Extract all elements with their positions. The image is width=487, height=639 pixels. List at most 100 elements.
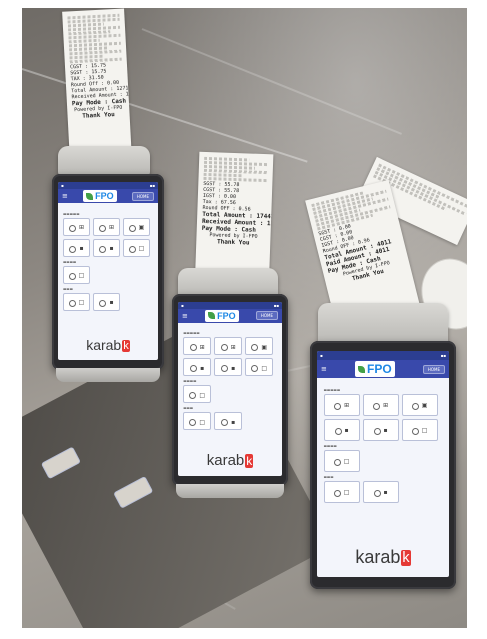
- box-icon: □: [199, 418, 206, 426]
- circle-icon: [334, 402, 342, 410]
- menu-tile[interactable]: ⊞: [323, 393, 360, 416]
- status-bar: ▪ ▪▪: [178, 302, 282, 309]
- device-base: [56, 368, 160, 382]
- menu-tile[interactable]: ▪: [214, 358, 243, 377]
- tile-group: ⊞ ⊞ ▣ ▪ ▪ □: [323, 393, 443, 441]
- status-time: ▪: [181, 302, 184, 308]
- cart-icon: ⊞: [108, 224, 115, 232]
- bag-icon: ▪: [231, 418, 236, 426]
- box-icon: □: [199, 391, 206, 399]
- menu-tile[interactable]: ▪: [362, 418, 399, 441]
- leaf-icon: [86, 192, 94, 200]
- app-bar: ≡ FPO HOME: [178, 308, 282, 323]
- menu-tile[interactable]: ▪: [362, 480, 399, 503]
- bag-icon: ▪: [200, 364, 205, 372]
- menu-tile[interactable]: ▪: [93, 292, 120, 311]
- back-arrow-icon[interactable]: ≡: [62, 192, 68, 200]
- leaf-icon: [358, 365, 366, 373]
- menu-tile[interactable]: □: [323, 449, 360, 472]
- tile-group: □: [183, 385, 277, 404]
- menu-tile[interactable]: ⊞: [93, 217, 120, 236]
- menu-tile[interactable]: ⊞: [183, 337, 212, 356]
- circle-icon: [99, 245, 107, 253]
- menu-tile[interactable]: ▣: [123, 217, 150, 236]
- circle-icon: [220, 344, 228, 352]
- status-time: ▪: [320, 353, 323, 359]
- back-arrow-icon[interactable]: ≡: [182, 312, 188, 320]
- status-icons: ▪▪: [273, 302, 279, 308]
- screen: ▪ ▪▪ ≡ FPO HOME ▬▬▬▬▬ ⊞ ⊞ ▣ ▪ ▪ □ ▬▬▬▬ □…: [317, 351, 449, 577]
- bag-icon: ▪: [344, 427, 349, 435]
- printer-head: [58, 146, 150, 176]
- back-arrow-icon[interactable]: ≡: [321, 365, 327, 373]
- tile-group: □ ▪: [183, 412, 277, 431]
- menu-tile[interactable]: ▪: [63, 238, 90, 257]
- brand-text: karab: [206, 452, 245, 470]
- circle-icon: [190, 365, 198, 373]
- brand-logo: karab: [317, 547, 449, 568]
- leaf-icon: [208, 312, 216, 320]
- logo-text: FPO: [95, 191, 114, 202]
- floor-tile: [113, 475, 154, 509]
- screen: ▪ ▪▪ ≡ FPO HOME ▬▬▬▬▬ ⊞ ⊞ ▣ ▪ ▪ □ ▬▬▬▬ □…: [58, 182, 158, 360]
- menu-tile[interactable]: □: [123, 238, 150, 257]
- menu-tile[interactable]: ⊞: [63, 217, 90, 236]
- home-button[interactable]: HOME: [422, 364, 445, 374]
- box-icon: □: [78, 272, 85, 280]
- box-icon: □: [421, 427, 428, 435]
- menu-content: ▬▬▬▬▬ ⊞ ⊞ ▣ ▪ ▪ □ ▬▬▬▬ □ ▬▬▬ □ ▪: [63, 209, 153, 328]
- circle-icon: [68, 272, 76, 280]
- brand-logo: karab: [178, 452, 282, 469]
- floor-tile: [40, 446, 82, 480]
- menu-tile[interactable]: ▪: [323, 418, 360, 441]
- box-icon: □: [261, 364, 268, 372]
- menu-tile[interactable]: □: [63, 265, 90, 284]
- menu-tile[interactable]: ▪: [214, 412, 243, 431]
- menu-tile[interactable]: ⊞: [214, 337, 243, 356]
- menu-tile[interactable]: □: [245, 358, 274, 377]
- circle-icon: [333, 458, 341, 466]
- menu-tile[interactable]: ▪: [183, 358, 212, 377]
- menu-tile[interactable]: □: [63, 292, 90, 311]
- menu-tile[interactable]: ▪: [93, 238, 120, 257]
- app-logo: FPO: [205, 309, 239, 322]
- menu-tile[interactable]: ⊞: [362, 393, 399, 416]
- photo-background: CGST : 15.75 SGST : 15.75 TAX : 31.50 Ro…: [22, 8, 467, 628]
- brand-icon: [245, 454, 254, 469]
- menu-content: ▬▬▬▬▬ ⊞ ⊞ ▣ ▪ ▪ □ ▬▬▬▬ □ ▬▬▬ □ ▪: [323, 385, 443, 536]
- circle-icon: [69, 245, 77, 253]
- basket-icon: ▣: [421, 402, 428, 410]
- box-icon: □: [343, 458, 350, 466]
- screen: ▪ ▪▪ ≡ FPO HOME ▬▬▬▬▬ ⊞ ⊞ ▣ ▪ ▪ □ ▬▬▬▬ □…: [178, 302, 282, 476]
- menu-tile[interactable]: ▣: [245, 337, 274, 356]
- circle-icon: [411, 427, 419, 435]
- circle-icon: [333, 489, 341, 497]
- bag-icon: ▪: [109, 299, 114, 307]
- menu-tile[interactable]: ▣: [401, 393, 438, 416]
- section-label: ▬▬▬▬▬: [323, 387, 341, 392]
- status-bar: ▪ ▪▪: [58, 182, 158, 190]
- menu-tile[interactable]: □: [183, 412, 212, 431]
- circle-icon: [189, 344, 197, 352]
- menu-tile[interactable]: □: [323, 480, 360, 503]
- box-icon: □: [343, 489, 350, 497]
- home-button[interactable]: HOME: [131, 191, 154, 201]
- box-icon: □: [138, 245, 145, 253]
- tile-group: □ ▪: [323, 480, 443, 503]
- tile-group: ⊞ ⊞ ▣ ▪ ▪ □: [183, 337, 277, 377]
- menu-tile[interactable]: □: [401, 418, 438, 441]
- status-icons: ▪▪: [440, 353, 446, 359]
- home-button[interactable]: HOME: [255, 311, 278, 321]
- section-label: ▬▬▬▬▬: [183, 331, 200, 336]
- circle-icon: [189, 392, 197, 400]
- app-bar: ≡ FPO HOME: [58, 189, 158, 204]
- device-body: ▪ ▪▪ ≡ FPO HOME ▬▬▬▬▬ ⊞ ⊞ ▣ ▪ ▪ □ ▬▬▬▬ □…: [172, 294, 288, 486]
- menu-tile[interactable]: □: [183, 385, 212, 404]
- brand-icon: [401, 550, 411, 567]
- printer-head: [318, 303, 448, 345]
- circle-icon: [373, 427, 381, 435]
- tile-group: □: [63, 265, 153, 284]
- cart-icon: ⊞: [230, 343, 236, 351]
- circle-icon: [68, 224, 76, 232]
- basket-icon: ▣: [138, 224, 145, 232]
